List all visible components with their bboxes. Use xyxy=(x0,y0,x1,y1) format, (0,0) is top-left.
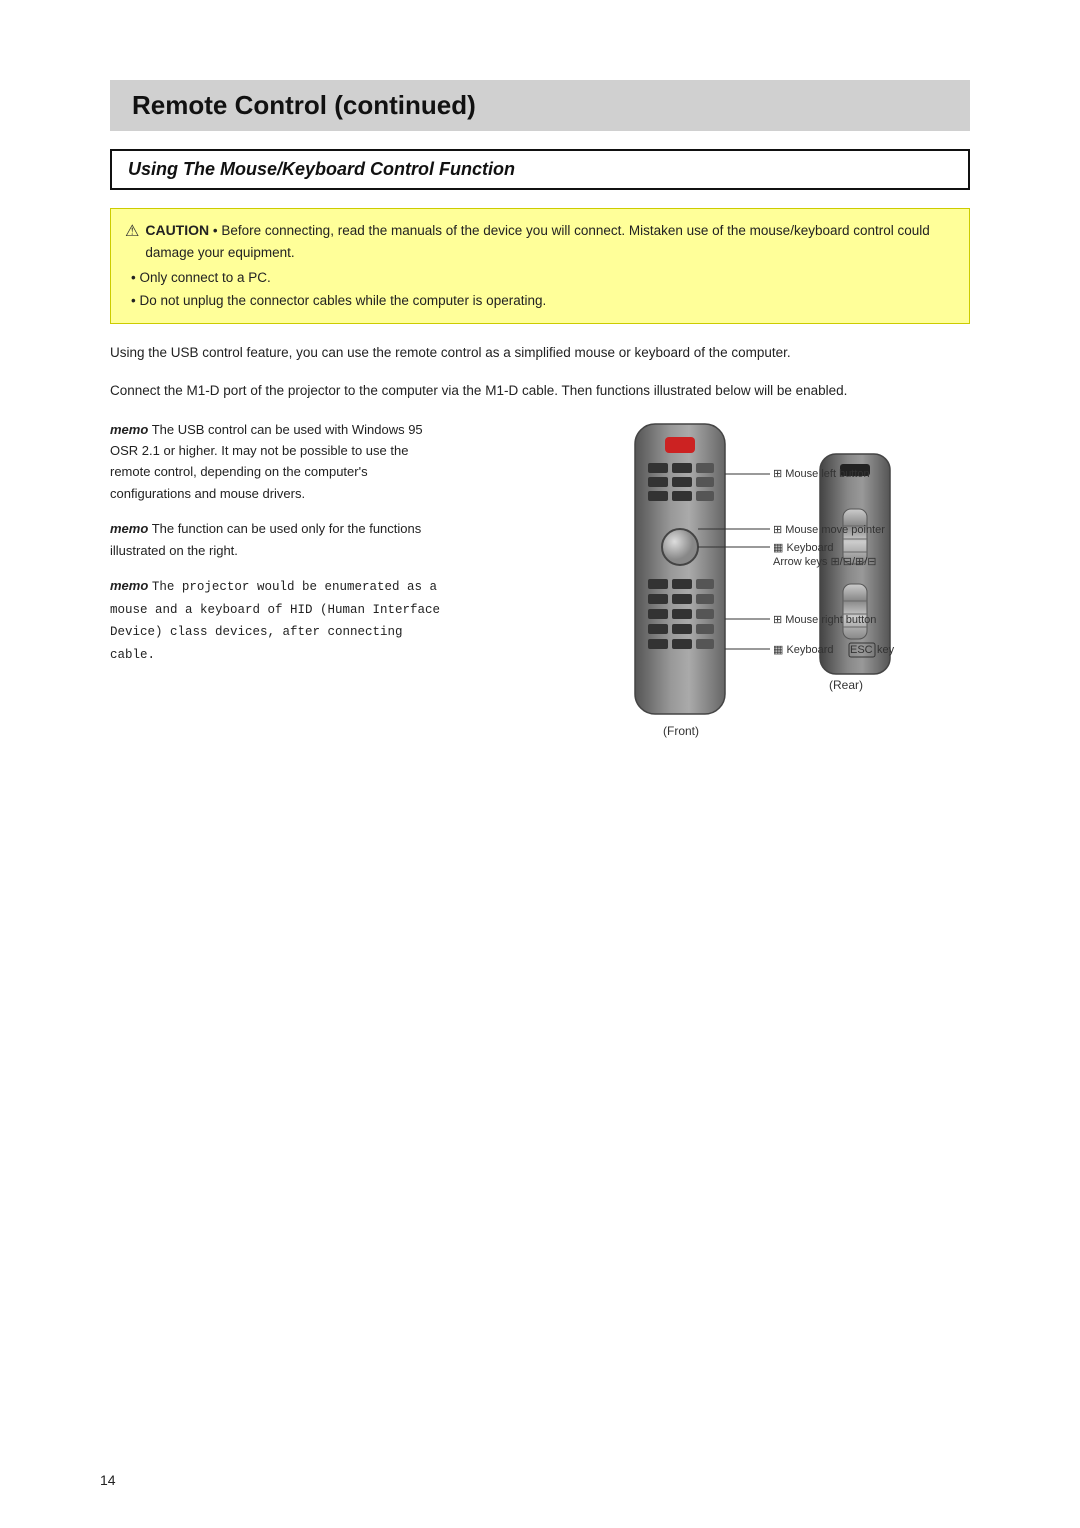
svg-text:Arrow keys ⊞/⊟/⊞/⊟: Arrow keys ⊞/⊟/⊞/⊟ xyxy=(773,556,877,568)
body-para-2: Connect the M1-D port of the projector t… xyxy=(110,380,970,402)
caution-bullet-1: Only connect to a PC. xyxy=(131,267,955,290)
body-para-1: Using the USB control feature, you can u… xyxy=(110,342,970,364)
section-heading-text: Using The Mouse/Keyboard Control Functio… xyxy=(128,159,515,179)
svg-text:▦ Keyboard: ▦ Keyboard xyxy=(773,542,834,554)
section-heading: Using The Mouse/Keyboard Control Functio… xyxy=(110,149,970,190)
two-col-section: memo The USB control can be used with Wi… xyxy=(110,419,970,779)
remote-diagram: ⊞ Mouse left button ⊞ Mouse move pointer… xyxy=(535,419,915,779)
memo-label-1: memo xyxy=(110,422,148,437)
memo-text-2: The function can be used only for the fu… xyxy=(110,521,421,557)
memo-text-3: The projector would be enumerated as a m… xyxy=(110,580,440,662)
caution-box: ⚠ CAUTION • Before connecting, read the … xyxy=(110,208,970,324)
caution-triangle-icon: ⚠ xyxy=(125,219,139,245)
memo-block-2: memo The function can be used only for t… xyxy=(110,518,450,561)
caution-bullet-2: Do not unplug the connector cables while… xyxy=(131,290,955,313)
memo-text-1: The USB control can be used with Windows… xyxy=(110,422,423,501)
svg-text:(Rear): (Rear) xyxy=(829,678,863,692)
right-col: ⊞ Mouse left button ⊞ Mouse move pointer… xyxy=(480,419,970,779)
memo-block-1: memo The USB control can be used with Wi… xyxy=(110,419,450,505)
svg-text:⊞ Mouse move pointer: ⊞ Mouse move pointer xyxy=(773,524,885,536)
memo-label-3: memo xyxy=(110,578,148,593)
svg-text:⊞ Mouse left button: ⊞ Mouse left button xyxy=(773,468,870,480)
caution-label: CAUTION xyxy=(145,222,209,238)
page-number: 14 xyxy=(100,1472,116,1488)
svg-text:ESC: ESC xyxy=(850,644,873,656)
caution-bullets: Only connect to a PC. Do not unplug the … xyxy=(131,267,955,313)
page-title: Remote Control (continued) xyxy=(132,90,476,120)
caution-line1: • Before connecting, read the manuals of… xyxy=(145,223,929,260)
svg-text:(Front): (Front) xyxy=(663,724,699,738)
svg-text:⊞ Mouse right button: ⊞ Mouse right button xyxy=(773,614,876,626)
page-title-section: Remote Control (continued) xyxy=(110,80,970,131)
svg-text:key: key xyxy=(877,644,895,656)
memo-label-2: memo xyxy=(110,521,148,536)
left-col: memo The USB control can be used with Wi… xyxy=(110,419,450,779)
memo-block-3: memo The projector would be enumerated a… xyxy=(110,575,450,666)
svg-text:▦ Keyboard: ▦ Keyboard xyxy=(773,644,834,656)
